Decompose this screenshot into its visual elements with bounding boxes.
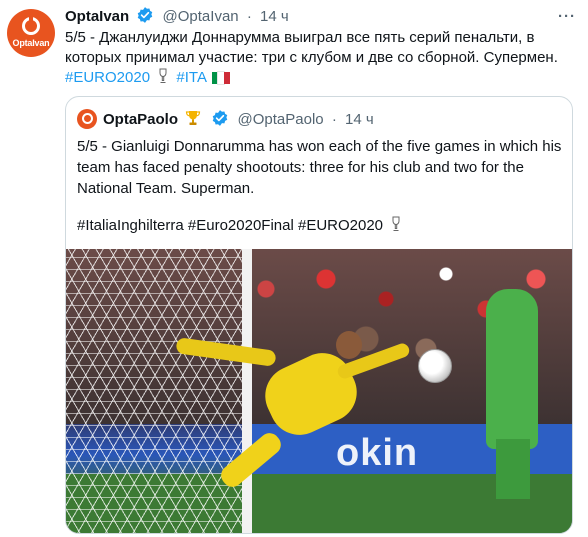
tweet-card[interactable]: OptaIvan OptaIvan @OptaIvan · 14 ч ··· 5…: [0, 0, 588, 537]
opta-logo-icon: [22, 16, 40, 35]
hashtag-ita[interactable]: #ITA: [176, 69, 206, 86]
quoted-header: OptaPaolo @OptaPaolo · 14 ч: [103, 109, 374, 133]
photo-background-player-legs: [496, 439, 530, 499]
quoted-hashtags[interactable]: #ItaliaInghilterra #Euro2020Final #EURO2…: [77, 217, 383, 234]
quoted-text: 5/5 - Gianluigi Donnarumma has won each …: [77, 138, 562, 197]
author-name[interactable]: OptaIvan: [65, 8, 129, 25]
quoted-author-avatar[interactable]: [77, 109, 97, 129]
trophy-icon: [390, 216, 402, 238]
quoted-time[interactable]: 14 ч: [345, 111, 374, 128]
verified-badge-icon: [211, 109, 229, 133]
goalkeeper-save-photo[interactable]: okin: [66, 249, 572, 533]
trophy-icon: [157, 68, 169, 90]
quoted-author-handle[interactable]: @OptaPaolo: [238, 111, 324, 128]
quoted-tags-line: #ItaliaInghilterra #Euro2020Final #EURO2…: [77, 215, 563, 238]
gold-trophy-icon: [185, 110, 201, 132]
photo-keeper-head: [336, 331, 362, 359]
tweet-time[interactable]: 14 ч: [260, 8, 289, 25]
separator-dot: ·: [246, 8, 252, 25]
tweet-header: OptaIvan @OptaIvan · 14 ч: [65, 6, 289, 30]
hashtag-euro2020[interactable]: #EURO2020: [65, 69, 150, 86]
quoted-tweet[interactable]: OptaPaolo @OptaPaolo · 14 ч 5/5 - Gianlu…: [65, 96, 573, 534]
photo-goal-net: [66, 249, 244, 533]
more-options-icon[interactable]: ···: [558, 8, 576, 25]
quoted-author-name[interactable]: OptaPaolo: [103, 111, 178, 128]
photo-goal-post: [242, 249, 252, 533]
separator-dot: ·: [331, 111, 337, 128]
tweet-text-block: 5/5 - Джанлуиджи Доннарумма выиграл все …: [65, 28, 575, 90]
photo-football: [418, 349, 452, 383]
photo-board-text: okin: [336, 432, 419, 474]
photo-background-player: [486, 289, 538, 449]
author-handle[interactable]: @OptaIvan: [163, 8, 239, 25]
italy-flag-icon: [212, 70, 231, 85]
author-avatar[interactable]: OptaIvan: [7, 9, 55, 57]
tweet-text: 5/5 - Джанлуиджи Доннарумма выиграл все …: [65, 29, 558, 66]
avatar-brand-text: OptaIvan: [12, 38, 50, 48]
verified-badge-icon: [136, 6, 154, 30]
